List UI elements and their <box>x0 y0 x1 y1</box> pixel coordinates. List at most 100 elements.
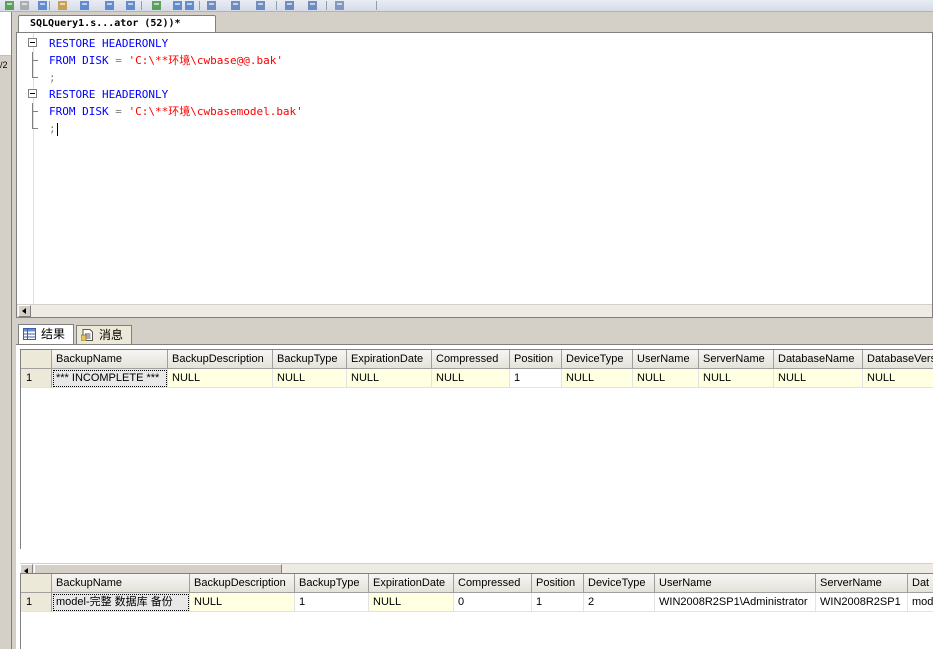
fold-end <box>32 120 38 129</box>
tab-messages[interactable]: 消息 <box>76 325 132 344</box>
query-options-icon[interactable] <box>124 0 137 11</box>
grid-cell[interactable]: 2 <box>584 593 655 612</box>
toolbar-separator <box>141 1 142 10</box>
column-header[interactable]: UserName <box>655 574 816 593</box>
column-header[interactable]: BackupType <box>273 350 347 369</box>
column-header[interactable]: Position <box>510 350 562 369</box>
row-number[interactable]: 1 <box>21 593 52 612</box>
collapse-icon[interactable] <box>28 89 37 98</box>
column-header[interactable]: Position <box>532 574 584 593</box>
row-number[interactable]: 1 <box>21 369 52 388</box>
code-line: FROM DISK = 'C:\**环境\cwbasemodel.bak' <box>32 103 303 120</box>
object-explorer-header <box>0 12 11 56</box>
grid-cell[interactable]: NULL <box>273 369 347 388</box>
query-window: SQLQuery1.s...ator (52))* RESTORE HEADER… <box>12 12 933 649</box>
grid-cell[interactable]: NULL <box>863 369 933 388</box>
text-caret <box>56 122 58 136</box>
column-header[interactable]: DeviceType <box>562 350 633 369</box>
column-header[interactable]: Dat <box>908 574 933 593</box>
grid-cell[interactable]: mod <box>908 593 933 612</box>
column-header[interactable]: DeviceType <box>584 574 655 593</box>
include-plan-icon[interactable] <box>150 0 163 11</box>
display-plan-icon[interactable] <box>78 0 91 11</box>
grid-corner[interactable] <box>21 350 52 369</box>
grid-cell[interactable]: WIN2008R2SP1 <box>816 593 908 612</box>
column-header[interactable]: ExpirationDate <box>369 574 454 593</box>
grid-cell[interactable]: WIN2008R2SP1\Administrator <box>655 593 816 612</box>
column-header[interactable]: BackupName <box>52 574 190 593</box>
results-tabbar: 结果 消息 <box>16 324 933 344</box>
grid-cell[interactable]: 1 <box>532 593 584 612</box>
object-explorer-fragment: /2 <box>0 60 8 70</box>
grid-cell[interactable]: model-完整 数据库 备份 <box>52 593 190 612</box>
editor-horizontal-scrollbar[interactable] <box>17 304 932 317</box>
grid-cell[interactable]: NULL <box>774 369 863 388</box>
fold-guide <box>32 52 33 69</box>
grid-cell[interactable]: NULL <box>347 369 432 388</box>
parse-icon[interactable] <box>36 0 49 11</box>
column-header[interactable]: DatabaseName <box>774 350 863 369</box>
grid-cell[interactable]: 0 <box>454 593 532 612</box>
uncomment-icon[interactable] <box>229 0 242 11</box>
grid-cell[interactable]: 1 <box>295 593 369 612</box>
grid-cell[interactable]: NULL <box>699 369 774 388</box>
column-header[interactable]: BackupDescription <box>168 350 273 369</box>
column-header[interactable]: BackupName <box>52 350 168 369</box>
fold-guide <box>32 103 33 120</box>
grid-cell[interactable]: NULL <box>432 369 510 388</box>
stop-icon[interactable] <box>18 0 31 11</box>
run-icon[interactable] <box>3 0 16 11</box>
grid-cell[interactable]: 1 <box>510 369 562 388</box>
sql-keyword: RESTORE HEADERONLY <box>49 88 169 101</box>
messages-icon <box>81 329 93 341</box>
results-to-grid-icon[interactable] <box>103 0 116 11</box>
toolbar-separator <box>376 1 377 10</box>
column-header[interactable]: ExpirationDate <box>347 350 432 369</box>
results-to-file-icon[interactable] <box>183 0 196 11</box>
results-grid-2[interactable]: BackupName BackupDescription BackupType Exp… <box>20 573 933 649</box>
query-editor[interactable]: RESTORE HEADERONLY FROM DISK = 'C:\**环境\c… <box>16 32 933 318</box>
increase-indent-icon[interactable] <box>283 0 296 11</box>
toolbar-separator <box>326 1 327 10</box>
scroll-left-icon[interactable] <box>18 305 31 317</box>
code-line: RESTORE HEADERONLY <box>28 86 303 103</box>
fold-end <box>32 69 38 78</box>
column-header[interactable]: Compressed <box>454 574 532 593</box>
column-header[interactable]: ServerName <box>816 574 908 593</box>
document-tab[interactable]: SQLQuery1.s...ator (52))* <box>18 15 216 32</box>
grid-cell[interactable]: NULL <box>369 593 454 612</box>
tab-results-label: 结果 <box>41 327 66 341</box>
tab-results[interactable]: 结果 <box>18 324 74 344</box>
grid-results-icon <box>23 328 36 340</box>
code-area[interactable]: RESTORE HEADERONLY FROM DISK = 'C:\**环境\c… <box>28 35 303 137</box>
toolbar <box>0 0 933 12</box>
grid-corner[interactable] <box>21 574 52 593</box>
toolbar-options-icon[interactable] <box>333 0 346 11</box>
grid-cell[interactable]: NULL <box>633 369 699 388</box>
toolbar-separator <box>49 1 50 10</box>
column-header[interactable]: Compressed <box>432 350 510 369</box>
column-header[interactable]: BackupDescription <box>190 574 295 593</box>
column-header[interactable]: BackupType <box>295 574 369 593</box>
grid-cell[interactable]: *** INCOMPLETE *** <box>52 369 168 388</box>
grid-cell[interactable]: NULL <box>190 593 295 612</box>
results-pane: BackupName BackupDescription BackupType Exp… <box>16 344 933 649</box>
grid-cell[interactable]: NULL <box>168 369 273 388</box>
database-icon[interactable] <box>56 0 69 11</box>
pane-splitter[interactable] <box>16 318 933 321</box>
column-header[interactable]: DatabaseVersi <box>863 350 933 369</box>
toolbar-separator <box>276 1 277 10</box>
sql-keyword: RESTORE HEADERONLY <box>49 37 169 50</box>
collapse-icon[interactable] <box>28 38 37 47</box>
column-header[interactable]: UserName <box>633 350 699 369</box>
grid-cell[interactable]: NULL <box>562 369 633 388</box>
column-header[interactable]: ServerName <box>699 350 774 369</box>
code-line: RESTORE HEADERONLY <box>28 35 303 52</box>
results-grid-1[interactable]: BackupName BackupDescription BackupType Exp… <box>20 349 933 549</box>
sql-punctuation: = <box>108 54 129 67</box>
specify-values-icon[interactable] <box>306 0 319 11</box>
sql-string: 'C:\**环境\cwbasemodel.bak' <box>128 105 303 118</box>
decrease-indent-icon[interactable] <box>254 0 267 11</box>
code-line: ; <box>32 120 303 137</box>
comment-icon[interactable] <box>205 0 218 11</box>
